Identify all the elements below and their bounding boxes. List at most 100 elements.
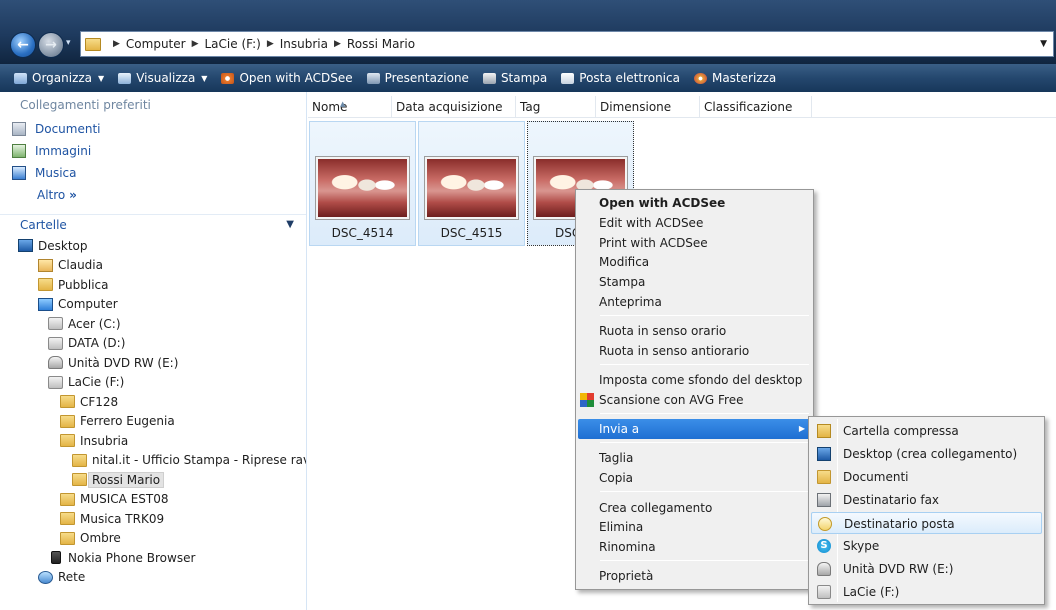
more-favorites-link[interactable]: Altro »: [0, 184, 306, 206]
tree-item-computer[interactable]: Computer: [0, 295, 306, 315]
menu-separator: [600, 442, 809, 443]
file-name: DSC_4515: [440, 226, 503, 240]
tree-item-dvd-e[interactable]: Unità DVD RW (E:): [0, 353, 306, 373]
folder-icon: [85, 37, 101, 51]
print-button[interactable]: Stampa: [482, 71, 547, 85]
menu-invia-a[interactable]: Invia a ▶: [578, 419, 811, 439]
tree-item-musica-est08[interactable]: MUSICA EST08: [0, 490, 306, 510]
address-dropdown-icon[interactable]: ▼: [1040, 39, 1047, 49]
dvd-drive-icon: [817, 562, 831, 576]
breadcrumb-insubria[interactable]: Insubria: [280, 37, 328, 51]
address-bar[interactable]: ▶ Computer ▶ LaCie (F:) ▶ Insubria ▶ Rossi M…: [80, 31, 1054, 57]
folder-icon: [60, 531, 75, 545]
disc-icon: [693, 72, 707, 84]
zip-folder-icon: [817, 424, 831, 438]
menu-elimina[interactable]: Elimina: [578, 517, 811, 537]
menu-modifica[interactable]: Modifica: [578, 252, 811, 272]
forward-button[interactable]: →: [38, 32, 64, 58]
sendto-lacie[interactable]: LaCie (F:): [811, 581, 1042, 603]
pictures-icon: [12, 144, 26, 158]
navigation-pane: Collegamenti preferiti Documenti Immagin…: [0, 92, 307, 610]
open-acdsee-button[interactable]: Open with ACDSee: [221, 71, 353, 85]
favorite-pictures[interactable]: Immagini: [0, 140, 306, 162]
photo-thumbnail: [315, 156, 410, 220]
menu-edit-with-acdsee[interactable]: Edit with ACDSee: [578, 213, 811, 233]
menu-scansione-avg[interactable]: Scansione con AVG Free: [578, 390, 811, 410]
folders-header[interactable]: Cartelle ▼: [0, 214, 306, 234]
organize-button[interactable]: Organizza ▼: [14, 71, 104, 85]
window-titlebar: ← → ▾ ▶ Computer ▶ LaCie (F:) ▶ Insubria ▶ R…: [0, 0, 1056, 64]
tree-item-desktop[interactable]: Desktop: [0, 236, 306, 256]
menu-open-with-acdsee[interactable]: Open with ACDSee: [578, 193, 811, 213]
sendto-fax[interactable]: Destinatario fax: [811, 489, 1042, 511]
tree-item-insubria[interactable]: Insubria: [0, 431, 306, 451]
menu-copia[interactable]: Copia: [578, 468, 811, 488]
external-drive-icon: [48, 375, 63, 389]
tree-item-nokia-phone-browser[interactable]: Nokia Phone Browser: [0, 548, 306, 568]
menu-ruota-orario[interactable]: Ruota in senso orario: [578, 321, 811, 341]
favorite-music[interactable]: Musica: [0, 162, 306, 184]
mail-icon: [561, 72, 575, 84]
menu-imposta-sfondo[interactable]: Imposta come sfondo del desktop: [578, 370, 811, 390]
menu-ruota-antiorario[interactable]: Ruota in senso antiorario: [578, 341, 811, 361]
menu-anteprima[interactable]: Anteprima: [578, 292, 811, 312]
folder-icon: [60, 512, 75, 526]
photo-thumbnail: [424, 156, 519, 220]
menu-taglia[interactable]: Taglia: [578, 448, 811, 468]
slideshow-icon: [366, 72, 380, 84]
tree-item-musica-trk09[interactable]: Musica TRK09: [0, 509, 306, 529]
recent-pages-dropdown[interactable]: ▾: [66, 38, 71, 48]
dvd-drive-icon: [48, 356, 63, 370]
sendto-cartella-compressa[interactable]: Cartella compressa: [811, 420, 1042, 442]
phone-icon: [51, 551, 61, 565]
breadcrumb-rossi-mario[interactable]: Rossi Mario: [347, 37, 415, 51]
sendto-skype[interactable]: S Skype: [811, 535, 1042, 557]
sendto-desktop[interactable]: Desktop (crea collegamento): [811, 443, 1042, 465]
fax-icon: [817, 493, 831, 507]
column-header-dimensione[interactable]: Dimensione: [596, 96, 700, 117]
tree-item-rete[interactable]: Rete: [0, 568, 306, 588]
breadcrumb-computer[interactable]: Computer: [126, 37, 186, 51]
tree-item-ombre[interactable]: Ombre: [0, 529, 306, 549]
breadcrumb-lacie[interactable]: LaCie (F:): [205, 37, 261, 51]
slideshow-button[interactable]: Presentazione: [366, 71, 469, 85]
tree-item-rossi-mario[interactable]: Rossi Mario: [0, 470, 306, 490]
sendto-dvd[interactable]: Unità DVD RW (E:): [811, 558, 1042, 580]
menu-crea-collegamento[interactable]: Crea collegamento: [578, 498, 811, 518]
column-header-nome[interactable]: ▲ Nome: [308, 96, 392, 117]
favorite-documents[interactable]: Documenti: [0, 118, 306, 140]
burn-button[interactable]: Masterizza: [693, 71, 776, 85]
tree-item-data-d[interactable]: DATA (D:): [0, 334, 306, 354]
tree-item-nital[interactable]: nital.it - Ufficio Stampa - Riprese ravv…: [0, 451, 306, 471]
back-button[interactable]: ←: [10, 32, 36, 58]
tree-item-lacie-f[interactable]: LaCie (F:): [0, 373, 306, 393]
column-header-classificazione[interactable]: Classificazione: [700, 96, 812, 117]
folder-icon: [60, 434, 75, 448]
sendto-posta[interactable]: Destinatario posta: [811, 512, 1042, 534]
music-icon: [12, 166, 26, 180]
tree-item-claudia[interactable]: Claudia: [0, 256, 306, 276]
views-button[interactable]: Visualizza ▼: [118, 71, 207, 85]
tree-item-cf128[interactable]: CF128: [0, 392, 306, 412]
sendto-documenti[interactable]: Documenti: [811, 466, 1042, 488]
column-header-data[interactable]: Data acquisizione: [392, 96, 516, 117]
column-header-tag[interactable]: Tag: [516, 96, 596, 117]
folder-icon: [60, 492, 75, 506]
computer-icon: [38, 297, 53, 311]
menu-stampa[interactable]: Stampa: [578, 272, 811, 292]
menu-proprieta[interactable]: Proprietà: [578, 566, 811, 586]
menu-print-with-acdsee[interactable]: Print with ACDSee: [578, 233, 811, 253]
external-drive-icon: [817, 585, 831, 599]
file-thumbnail[interactable]: DSC_4515: [418, 121, 525, 246]
tree-item-ferrero-eugenia[interactable]: Ferrero Eugenia: [0, 412, 306, 432]
menu-rinomina[interactable]: Rinomina: [578, 537, 811, 557]
file-thumbnail[interactable]: DSC_4514: [309, 121, 416, 246]
command-bar: Organizza ▼ Visualizza ▼ Open with ACDSee …: [0, 64, 1056, 92]
submenu-arrow-icon: ▶: [798, 424, 805, 433]
tree-item-acer-c[interactable]: Acer (C:): [0, 314, 306, 334]
menu-separator: [600, 315, 809, 316]
email-button[interactable]: Posta elettronica: [561, 71, 680, 85]
menu-separator: [600, 413, 809, 414]
folder-icon: [72, 453, 87, 467]
tree-item-pubblica[interactable]: Pubblica: [0, 275, 306, 295]
